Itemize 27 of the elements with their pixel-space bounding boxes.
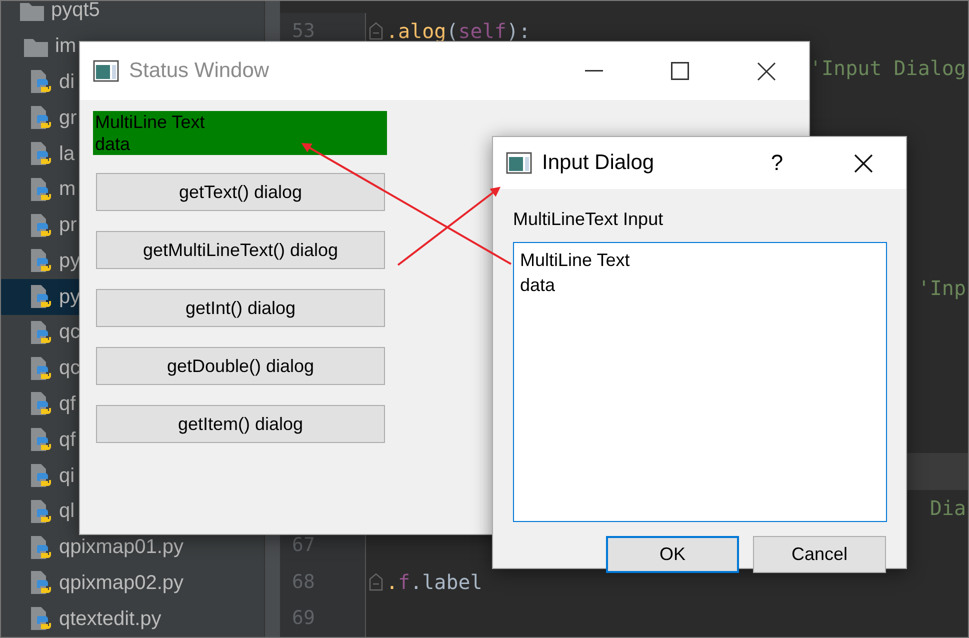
file-name: py bbox=[59, 250, 80, 273]
status-label: MultiLine Text data bbox=[93, 111, 387, 155]
file-name: qpixmap01.py bbox=[59, 536, 184, 560]
file-name: qpixmap02.py bbox=[59, 572, 184, 595]
file-name: qi bbox=[59, 464, 75, 488]
file-name: qtextedit.py bbox=[59, 608, 162, 631]
file-name: ql bbox=[59, 500, 75, 524]
file-name: qc bbox=[59, 321, 80, 344]
code-line: .f.label bbox=[386, 570, 482, 594]
file-name: im bbox=[55, 35, 76, 58]
window-title: Status Window bbox=[129, 59, 270, 83]
file-name: pr bbox=[59, 214, 77, 238]
file-name: m bbox=[59, 178, 76, 202]
file-name: la bbox=[59, 142, 75, 166]
code-line: .alog(self): bbox=[386, 19, 531, 44]
file-name: qc bbox=[59, 357, 80, 380]
code-string: Dia bbox=[930, 496, 967, 520]
dialog-title: Input Dialog bbox=[542, 151, 654, 175]
file-name: pyqt5 bbox=[51, 1, 100, 22]
code-string: 'Inp bbox=[918, 276, 967, 300]
code-string: 'Input Dialog bbox=[809, 56, 967, 80]
file-name: di bbox=[59, 70, 75, 94]
file-name: qf bbox=[59, 428, 76, 452]
file-name: py bbox=[59, 286, 80, 309]
prompt-label: MultiLineText Input bbox=[513, 209, 664, 231]
file-name: gr bbox=[59, 106, 77, 130]
file-name: qf bbox=[59, 392, 76, 416]
